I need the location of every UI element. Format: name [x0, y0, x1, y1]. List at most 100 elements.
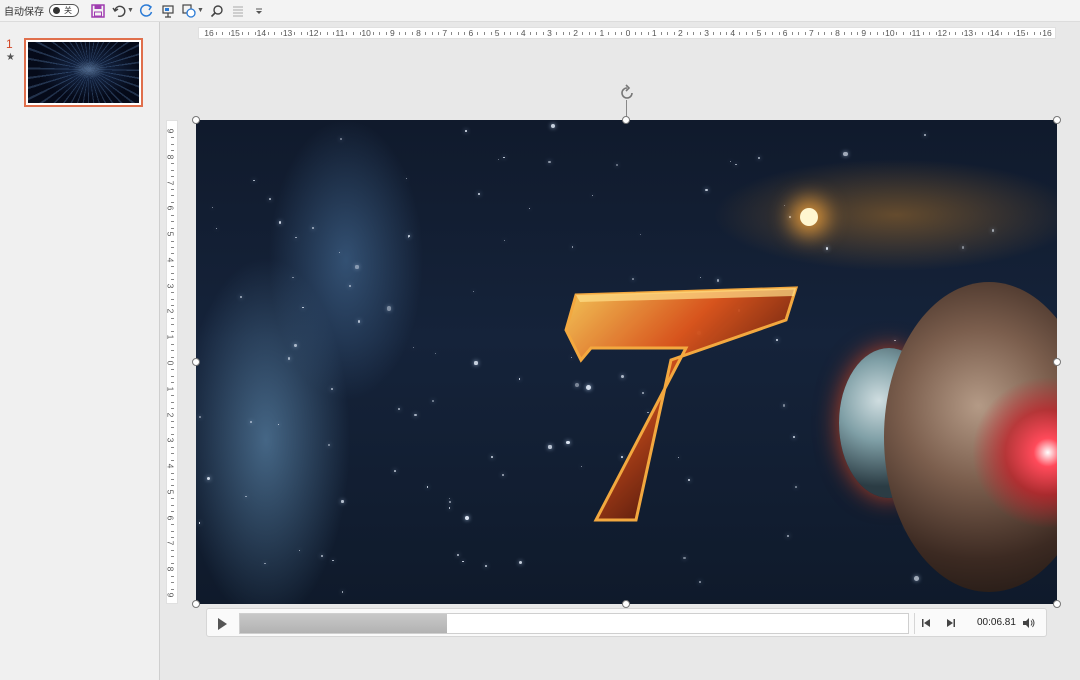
star — [199, 416, 201, 418]
ruler-minor-tick — [870, 32, 872, 35]
undo-button[interactable] — [110, 2, 128, 20]
ruler-tick-label: 13 — [963, 28, 974, 38]
ruler-minor-tick — [516, 32, 518, 35]
star — [894, 339, 896, 342]
play-button[interactable] — [213, 615, 231, 633]
ruler-minor-tick — [398, 32, 400, 35]
ruler-minor-tick — [171, 324, 174, 326]
resize-handle-right[interactable] — [1053, 358, 1061, 366]
ruler-minor-tick — [824, 32, 826, 35]
ruler-minor-tick — [326, 32, 328, 35]
ruler-tick-label: 6 — [165, 205, 176, 211]
ruler-minor-tick — [752, 32, 754, 35]
ruler-tick-label: 3 — [165, 437, 176, 443]
resize-handle-bottom-right[interactable] — [1053, 600, 1061, 608]
playback-time: 00:06.81 — [977, 617, 1016, 628]
star — [758, 156, 761, 159]
resize-handle-top-left[interactable] — [192, 116, 200, 124]
ruler-minor-tick — [582, 32, 584, 35]
ruler-tick-label: 6 — [468, 28, 474, 38]
rotate-handle-icon[interactable] — [617, 83, 637, 103]
resize-handle-bottom[interactable] — [622, 600, 630, 608]
star — [548, 445, 552, 449]
ruler-minor-tick — [713, 32, 715, 35]
ruler-minor-tick — [569, 32, 571, 35]
ruler-minor-tick — [353, 32, 355, 35]
ruler-tick-label: 10 — [885, 28, 895, 38]
resize-handle-bottom-left[interactable] — [192, 600, 200, 608]
ruler-minor-tick — [300, 32, 302, 35]
star — [923, 133, 926, 136]
ruler-minor-tick — [171, 350, 174, 352]
slide-thumbnail-image — [28, 42, 139, 103]
ruler-minor-tick — [171, 201, 174, 203]
step-back-button[interactable] — [919, 616, 933, 630]
ruler-tick-label: 5 — [165, 231, 176, 237]
ruler-tick-label: 4 — [730, 28, 736, 38]
star — [357, 320, 361, 323]
redo-button[interactable] — [138, 2, 156, 20]
star — [465, 130, 467, 133]
star — [198, 522, 200, 524]
ruler-tick-label: 15 — [1016, 28, 1026, 38]
ruler-tick-label: 16 — [204, 28, 214, 38]
star — [211, 207, 213, 209]
ruler-minor-tick — [804, 32, 806, 35]
ruler-minor-tick — [483, 32, 485, 35]
ruler-minor-tick — [171, 214, 174, 216]
ruler-minor-tick — [171, 498, 174, 500]
ruler-tick-label: 7 — [165, 180, 176, 185]
ruler-tick-label: 0 — [165, 360, 176, 366]
ruler-minor-tick — [772, 32, 774, 35]
ruler-tick-label: 4 — [165, 257, 176, 263]
quick-access-toolbar: 自动保存 关 ▼ ▼ — [0, 0, 1080, 22]
ruler-minor-tick — [641, 32, 643, 35]
ruler-tick-label: 12 — [937, 28, 947, 38]
playback-progress-bar[interactable] — [239, 613, 909, 634]
align-button[interactable] — [229, 2, 247, 20]
star — [355, 265, 359, 269]
customize-toolbar-button[interactable] — [250, 2, 268, 20]
shapes-icon — [182, 3, 196, 18]
undo-dropdown-icon[interactable]: ▼ — [127, 7, 134, 14]
star — [386, 306, 392, 311]
ruler-tick-label: 2 — [678, 28, 683, 38]
star — [991, 229, 994, 232]
ruler-minor-tick — [171, 401, 174, 403]
star — [268, 197, 271, 200]
step-forward-button[interactable] — [944, 616, 958, 630]
ruler-minor-tick — [274, 32, 276, 35]
resize-handle-top-right[interactable] — [1053, 116, 1061, 124]
ruler-minor-tick — [385, 32, 387, 35]
autosave-toggle[interactable]: 关 — [49, 4, 79, 17]
star — [405, 178, 407, 180]
star — [312, 227, 315, 229]
star — [548, 161, 551, 164]
ruler-minor-tick — [614, 32, 616, 35]
star — [341, 500, 344, 503]
ruler-minor-tick — [171, 150, 174, 152]
ruler-tick-label: 1 — [165, 334, 176, 340]
volume-button[interactable] — [1022, 616, 1036, 630]
ruler-tick-label: 5 — [165, 489, 176, 495]
save-button[interactable] — [89, 2, 107, 20]
shapes-dropdown-icon[interactable]: ▼ — [197, 7, 204, 14]
shapes-button[interactable] — [180, 2, 198, 20]
ruler-minor-tick — [294, 32, 296, 35]
star — [472, 290, 474, 292]
star — [414, 414, 417, 417]
ruler-tick-label: 4 — [520, 28, 526, 38]
ruler-minor-tick — [850, 32, 852, 35]
ruler-minor-tick — [171, 395, 174, 397]
align-icon — [232, 6, 243, 16]
video-frame[interactable] — [196, 120, 1057, 604]
resize-handle-left[interactable] — [192, 358, 200, 366]
star — [465, 516, 469, 521]
slide-thumbnail[interactable] — [24, 38, 143, 107]
ruler-tick-label: 13 — [282, 28, 293, 38]
resize-handle-top[interactable] — [622, 116, 630, 124]
ruler-minor-tick — [215, 32, 217, 35]
present-button[interactable] — [159, 2, 177, 20]
star — [331, 387, 334, 390]
search-button[interactable] — [208, 2, 226, 20]
